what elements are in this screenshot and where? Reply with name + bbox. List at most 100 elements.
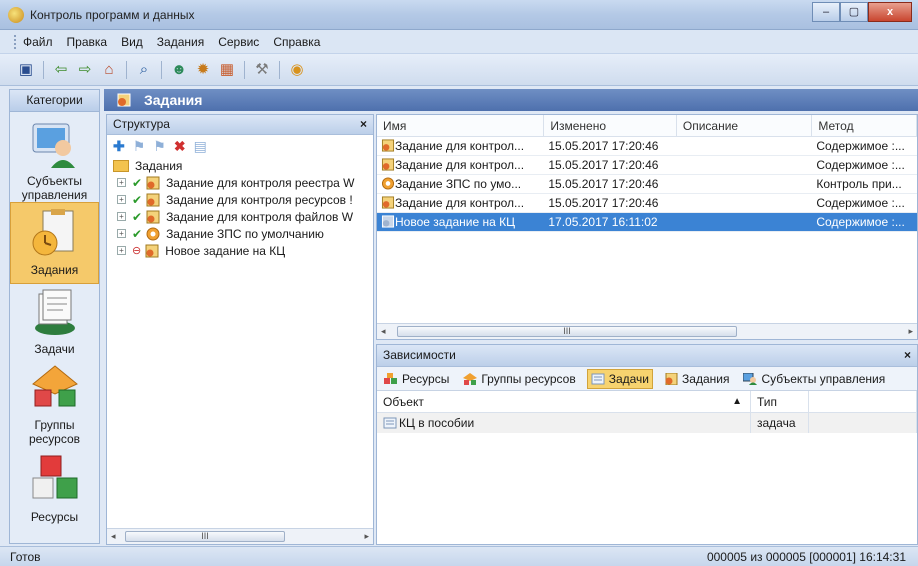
scroll-left-icon[interactable]: ◂	[111, 531, 116, 542]
tree-item-label: Новое задание на КЦ	[165, 243, 286, 258]
menu-service[interactable]: Сервис	[218, 35, 259, 49]
menu-edit[interactable]: Правка	[67, 35, 108, 49]
nav-tasks-jobs[interactable]: Задания	[10, 202, 99, 284]
tab-resource-groups[interactable]: Группы ресурсов	[460, 369, 578, 389]
save-icon[interactable]: ▣	[16, 60, 36, 80]
tab-resource-groups-label: Группы ресурсов	[481, 371, 576, 386]
check-icon: ✔	[132, 175, 143, 190]
cell-method: Содержимое :...	[816, 158, 905, 172]
tree-item-label: Задание для контроля файлов W	[166, 209, 354, 224]
maximize-button[interactable]: ▢	[840, 2, 868, 22]
tab-resources-label: Ресурсы	[402, 371, 450, 386]
expand-icon[interactable]: +	[117, 212, 126, 221]
window-title: Контроль программ и данных	[30, 8, 195, 22]
tree-item[interactable]: + ✔ Задание для контроля реестра W	[113, 174, 373, 191]
add-child-icon[interactable]: ⚑	[133, 138, 146, 155]
table-row-selected[interactable]: Новое задание на КЦ 17.05.2017 16:11:02 …	[377, 213, 917, 232]
column-description[interactable]: Описание	[677, 115, 813, 136]
cell-name: Задание для контрол...	[377, 156, 544, 174]
tree-item[interactable]: + ⊖ Новое задание на КЦ	[113, 242, 373, 259]
table-row[interactable]: Задание ЗПС по умо... 15.05.2017 17:20:4…	[377, 175, 917, 194]
tree-root-label: Задания	[135, 158, 183, 173]
scroll-right-icon[interactable]: ▸	[364, 531, 369, 542]
disabled-icon: ⊖	[132, 245, 142, 257]
toolbar-separator	[244, 60, 245, 79]
close-button[interactable]: x	[868, 2, 912, 22]
dependencies-panel: Зависимости × Ресурсы Группы ресурсов За…	[376, 344, 918, 545]
check-icon: ✔	[132, 226, 143, 241]
cell-method: Содержимое :...	[816, 196, 905, 210]
move-icon[interactable]: ⚑	[153, 138, 166, 155]
resource-groups-icon	[29, 362, 81, 414]
tree-item[interactable]: + ✔ Задание для контроля файлов W	[113, 208, 373, 225]
tab-subjects[interactable]: Субъекты управления	[740, 369, 888, 389]
add-icon[interactable]: ✚	[113, 138, 125, 155]
settings-icon[interactable]: ✹	[193, 60, 213, 80]
cell-object: КЦ в пособии	[377, 413, 751, 433]
back-icon[interactable]: ⇦	[51, 60, 71, 80]
menu-file[interactable]: Файл	[23, 35, 53, 49]
column-type[interactable]: Тип	[751, 391, 809, 412]
tree-item[interactable]: + ✔ Задание ЗПС по умолчанию	[113, 225, 373, 242]
tree-item-label: Задание ЗПС по умолчанию	[166, 226, 324, 241]
expand-icon[interactable]: +	[117, 229, 126, 238]
nav-resource-groups[interactable]: Группы ресурсов	[10, 362, 99, 446]
tree-item-label: Задание для контроля реестра W	[166, 175, 355, 190]
dependencies-close-button[interactable]: ×	[904, 345, 911, 366]
scroll-left-icon[interactable]: ◂	[381, 326, 386, 337]
menu-grip-icon	[14, 34, 17, 49]
table-row[interactable]: Задание для контрол... 15.05.2017 17:20:…	[377, 156, 917, 175]
column-name[interactable]: Имя	[377, 115, 545, 136]
structure-close-button[interactable]: ×	[360, 115, 367, 134]
tab-jobs[interactable]: Задания	[661, 369, 732, 389]
gear-icon	[381, 177, 395, 190]
nav-subjects[interactable]: Субъекты управления	[10, 118, 99, 202]
menu-help[interactable]: Справка	[273, 35, 320, 49]
properties-icon[interactable]: ▤	[194, 138, 207, 155]
column-changed[interactable]: Изменено	[544, 115, 677, 136]
job-icon	[665, 372, 678, 385]
forward-icon[interactable]: ⇨	[75, 60, 95, 80]
tree-item[interactable]: + ✔ Задание для контроля ресурсов !	[113, 191, 373, 208]
structure-scrollbar[interactable]: ◂ III ▸	[107, 528, 373, 544]
menu-tasks[interactable]: Задания	[157, 35, 204, 49]
table-row[interactable]: Задание для контрол... 15.05.2017 17:20:…	[377, 137, 917, 156]
tools-icon[interactable]: ⚒	[252, 60, 272, 80]
scroll-thumb[interactable]: III	[125, 531, 285, 542]
minimize-button[interactable]: –	[812, 2, 840, 22]
column-object[interactable]: Объект ▲	[377, 391, 751, 412]
scroll-right-icon[interactable]: ▸	[908, 326, 913, 337]
scroll-thumb[interactable]: III	[397, 326, 737, 337]
delete-icon[interactable]: ✖	[174, 138, 186, 155]
resources-icon	[384, 372, 397, 384]
title-bar: Контроль программ и данных – ▢ x	[0, 0, 918, 30]
subjects-icon[interactable]: ☻	[169, 60, 189, 80]
menu-view[interactable]: Вид	[121, 35, 143, 49]
calc-icon[interactable]: ▦	[217, 60, 237, 80]
job-icon	[381, 139, 395, 152]
table-row[interactable]: КЦ в пособии задача	[377, 413, 917, 433]
tab-resources[interactable]: Ресурсы	[381, 369, 452, 389]
clipboard-clock-icon	[29, 207, 81, 259]
expand-icon[interactable]: +	[117, 178, 126, 187]
cell-description	[677, 156, 813, 174]
column-empty	[809, 391, 917, 412]
tree-root[interactable]: Задания	[113, 157, 373, 174]
help-icon[interactable]: ◉	[287, 60, 307, 80]
dependencies-header-row: Объект ▲ Тип	[377, 391, 917, 413]
cell-method: Содержимое :...	[816, 139, 905, 153]
column-method[interactable]: Метод	[812, 115, 917, 136]
search-icon[interactable]: ⌕	[134, 60, 154, 80]
nav-tasks[interactable]: Задачи	[10, 286, 99, 356]
cell-name: Новое задание на КЦ	[377, 213, 544, 231]
tab-tasks[interactable]: Задачи	[586, 368, 654, 389]
expand-icon[interactable]: +	[117, 246, 126, 255]
cell-changed: 15.05.2017 17:20:46	[548, 158, 659, 172]
nav-resources[interactable]: Ресурсы	[10, 454, 99, 524]
home-icon[interactable]: ⌂	[99, 60, 119, 80]
list-scrollbar[interactable]: ◂ III ▸	[377, 323, 917, 339]
toolbar-separator	[161, 60, 162, 79]
expand-icon[interactable]: +	[117, 195, 126, 204]
cell-changed: 15.05.2017 17:20:46	[548, 196, 659, 210]
table-row[interactable]: Задание для контрол... 15.05.2017 17:20:…	[377, 194, 917, 213]
